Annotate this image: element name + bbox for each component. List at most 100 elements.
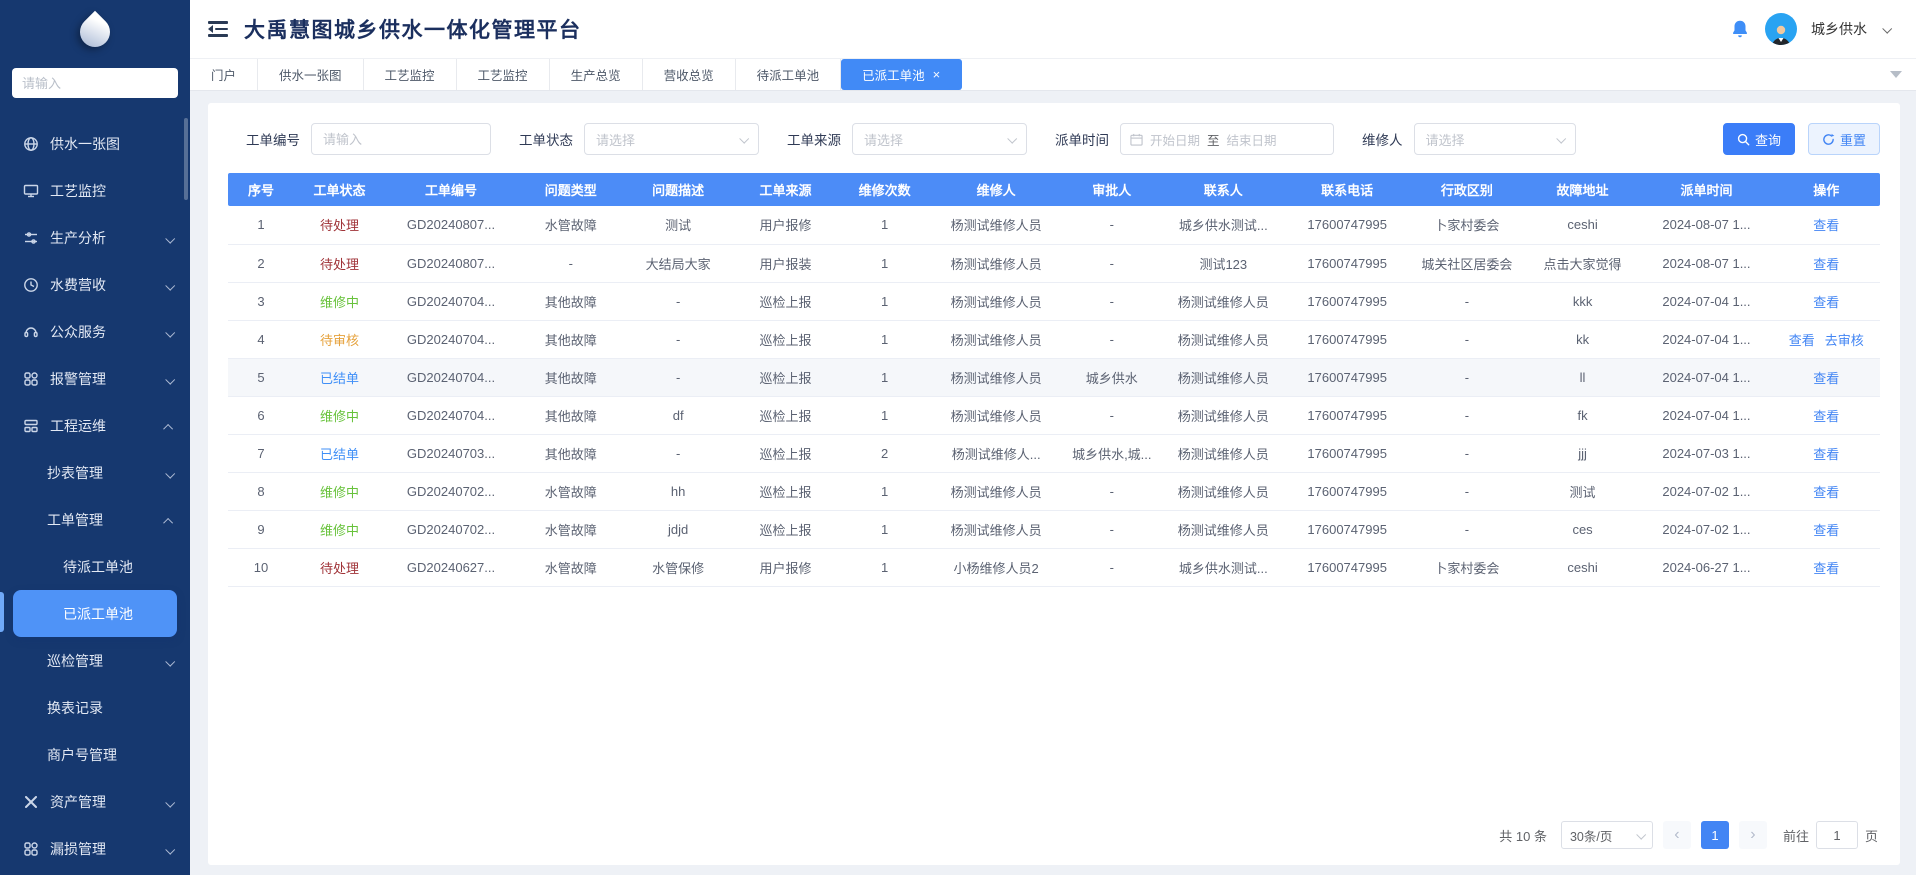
username-label[interactable]: 城乡供水 bbox=[1811, 19, 1867, 39]
sidebar-item-抄表管理[interactable]: 抄表管理 bbox=[0, 449, 190, 496]
table-row[interactable]: 7已结单GD20240703...其他故障-巡检上报2杨测试维修人...城乡供水… bbox=[228, 434, 1880, 472]
view-link[interactable]: 查看 bbox=[1813, 485, 1839, 500]
contact: 测试123 bbox=[1161, 244, 1285, 282]
table-row[interactable]: 4待审核GD20240704...其他故障-巡检上报1杨测试维修人员-杨测试维修… bbox=[228, 320, 1880, 358]
row-index: 1 bbox=[228, 206, 294, 244]
order-source: 巡检上报 bbox=[732, 396, 839, 434]
phone: 17600747995 bbox=[1285, 244, 1409, 282]
view-link[interactable]: 查看 bbox=[1813, 295, 1839, 310]
tab-overflow-caret-icon[interactable] bbox=[1890, 71, 1902, 78]
table-row[interactable]: 10待处理GD20240627...水管故障水管保修用户报修1小杨维修人员2-城… bbox=[228, 548, 1880, 586]
prev-page-button[interactable]: ‹ bbox=[1663, 821, 1691, 849]
sidebar-scrollbar-thumb[interactable] bbox=[184, 118, 188, 200]
tab-工艺监控[interactable]: 工艺监控 bbox=[364, 59, 457, 90]
order-source-select[interactable]: 请选择 bbox=[852, 123, 1027, 155]
active-item-edge-indicator bbox=[0, 592, 4, 632]
table-row[interactable]: 2待处理GD20240807...-大结局大家用户报装1杨测试维修人员-测试12… bbox=[228, 244, 1880, 282]
tab-生产总览[interactable]: 生产总览 bbox=[550, 59, 643, 90]
notification-bell-icon[interactable] bbox=[1729, 18, 1751, 40]
table-row[interactable]: 9维修中GD20240702...水管故障jdjd巡检上报1杨测试维修人员-杨测… bbox=[228, 510, 1880, 548]
view-link[interactable]: 查看 bbox=[1813, 218, 1839, 233]
sidebar-search-input[interactable] bbox=[12, 68, 178, 98]
order-no: GD20240702... bbox=[385, 472, 517, 510]
view-link[interactable]: 查看 bbox=[1813, 561, 1839, 576]
end-date-placeholder[interactable]: 结束日期 bbox=[1227, 130, 1277, 149]
sidebar-item-巡检管理[interactable]: 巡检管理 bbox=[0, 637, 190, 684]
view-link[interactable]: 查看 bbox=[1813, 371, 1839, 386]
goto-page: 前往 页 bbox=[1783, 821, 1878, 849]
tab-门户[interactable]: 门户 bbox=[190, 59, 258, 90]
sidebar-item-工艺监控[interactable]: 工艺监控 bbox=[0, 167, 190, 214]
order-source: 用户报修 bbox=[732, 548, 839, 586]
phone: 17600747995 bbox=[1285, 282, 1409, 320]
dispatch-time: 2024-07-04 1... bbox=[1640, 396, 1772, 434]
collapse-menu-icon[interactable] bbox=[208, 21, 228, 37]
clock-icon bbox=[22, 276, 39, 293]
sidebar-item-水费营收[interactable]: 水费营收 bbox=[0, 261, 190, 308]
grid-icon bbox=[22, 370, 39, 387]
tab-close-icon[interactable]: × bbox=[933, 67, 941, 82]
contact: 杨测试维修人员 bbox=[1161, 396, 1285, 434]
tab-已派工单池[interactable]: 已派工单池× bbox=[841, 59, 962, 90]
sidebar-item-已派工单池[interactable]: 已派工单池 bbox=[13, 590, 177, 637]
table-row[interactable]: 6维修中GD20240704...其他故障df巡检上报1杨测试维修人员-杨测试维… bbox=[228, 396, 1880, 434]
page-size-select[interactable]: 30条/页 bbox=[1561, 821, 1653, 849]
sidebar-item-资产管理[interactable]: 资产管理 bbox=[0, 778, 190, 825]
view-link[interactable]: 查看 bbox=[1813, 409, 1839, 424]
tab-工艺监控[interactable]: 工艺监控 bbox=[457, 59, 550, 90]
sidebar-item-工单管理[interactable]: 工单管理 bbox=[0, 496, 190, 543]
repairer-select[interactable]: 请选择 bbox=[1414, 123, 1576, 155]
sidebar-item-公众服务[interactable]: 公众服务 bbox=[0, 308, 190, 355]
app-logo bbox=[0, 0, 190, 64]
district: - bbox=[1409, 396, 1525, 434]
go-review-link[interactable]: 去审核 bbox=[1825, 333, 1864, 348]
sidebar-item-工程运维[interactable]: 工程运维 bbox=[0, 402, 190, 449]
reset-button[interactable]: 重置 bbox=[1808, 123, 1880, 155]
view-link[interactable]: 查看 bbox=[1813, 447, 1839, 462]
sidebar-item-商户号管理[interactable]: 商户号管理 bbox=[0, 731, 190, 778]
start-date-placeholder[interactable]: 开始日期 bbox=[1150, 130, 1200, 149]
repair-count: 1 bbox=[839, 548, 930, 586]
approver: - bbox=[1062, 244, 1161, 282]
dispatch-time: 2024-07-02 1... bbox=[1640, 472, 1772, 510]
chevron-down-icon bbox=[1007, 133, 1017, 143]
goto-page-input[interactable] bbox=[1816, 821, 1858, 849]
sidebar-search bbox=[12, 68, 178, 98]
column-header-联系电话: 联系电话 bbox=[1285, 173, 1409, 206]
tab-营收总览[interactable]: 营收总览 bbox=[643, 59, 736, 90]
current-page-button[interactable]: 1 bbox=[1701, 821, 1729, 849]
table-row[interactable]: 3维修中GD20240704...其他故障-巡检上报1杨测试维修人员-杨测试维修… bbox=[228, 282, 1880, 320]
sidebar-item-漏损管理[interactable]: 漏损管理 bbox=[0, 825, 190, 872]
user-avatar[interactable] bbox=[1765, 13, 1797, 45]
view-link[interactable]: 查看 bbox=[1813, 523, 1839, 538]
view-link[interactable]: 查看 bbox=[1813, 257, 1839, 272]
sidebar-item-label: 漏损管理 bbox=[50, 839, 106, 859]
column-header-行政区别: 行政区别 bbox=[1409, 173, 1525, 206]
fault-address: ll bbox=[1525, 358, 1641, 396]
sidebar-item-换表记录[interactable]: 换表记录 bbox=[0, 684, 190, 731]
district: - bbox=[1409, 434, 1525, 472]
sidebar-item-供水一张图[interactable]: 供水一张图 bbox=[0, 120, 190, 167]
tab-待派工单池[interactable]: 待派工单池 bbox=[736, 59, 842, 90]
fault-address: kkk bbox=[1525, 282, 1641, 320]
view-link[interactable]: 查看 bbox=[1789, 333, 1815, 348]
column-header-审批人: 审批人 bbox=[1062, 173, 1161, 206]
tab-label: 生产总览 bbox=[571, 65, 621, 84]
phone: 17600747995 bbox=[1285, 396, 1409, 434]
order-no-input[interactable] bbox=[323, 132, 479, 147]
table-row[interactable]: 8维修中GD20240702...水管故障hh巡检上报1杨测试维修人员-杨测试维… bbox=[228, 472, 1880, 510]
order-no: GD20240704... bbox=[385, 358, 517, 396]
search-button[interactable]: 查询 bbox=[1723, 123, 1795, 155]
next-page-button[interactable]: › bbox=[1739, 821, 1767, 849]
problem-type: 水管故障 bbox=[517, 510, 624, 548]
user-menu-chevron-icon[interactable] bbox=[1882, 23, 1892, 33]
table-row[interactable]: 1待处理GD20240807...水管故障测试用户报修1杨测试维修人员-城乡供水… bbox=[228, 206, 1880, 244]
sidebar-item-报警管理[interactable]: 报警管理 bbox=[0, 355, 190, 402]
date-range-picker[interactable]: 开始日期 至 结束日期 bbox=[1120, 123, 1334, 155]
tab-供水一张图[interactable]: 供水一张图 bbox=[258, 59, 364, 90]
sidebar-item-待派工单池[interactable]: 待派工单池 bbox=[0, 543, 190, 590]
table-row[interactable]: 5已结单GD20240704...其他故障-巡检上报1杨测试维修人员城乡供水杨测… bbox=[228, 358, 1880, 396]
order-status-select[interactable]: 请选择 bbox=[584, 123, 759, 155]
order-no: GD20240703... bbox=[385, 434, 517, 472]
sidebar-item-生产分析[interactable]: 生产分析 bbox=[0, 214, 190, 261]
